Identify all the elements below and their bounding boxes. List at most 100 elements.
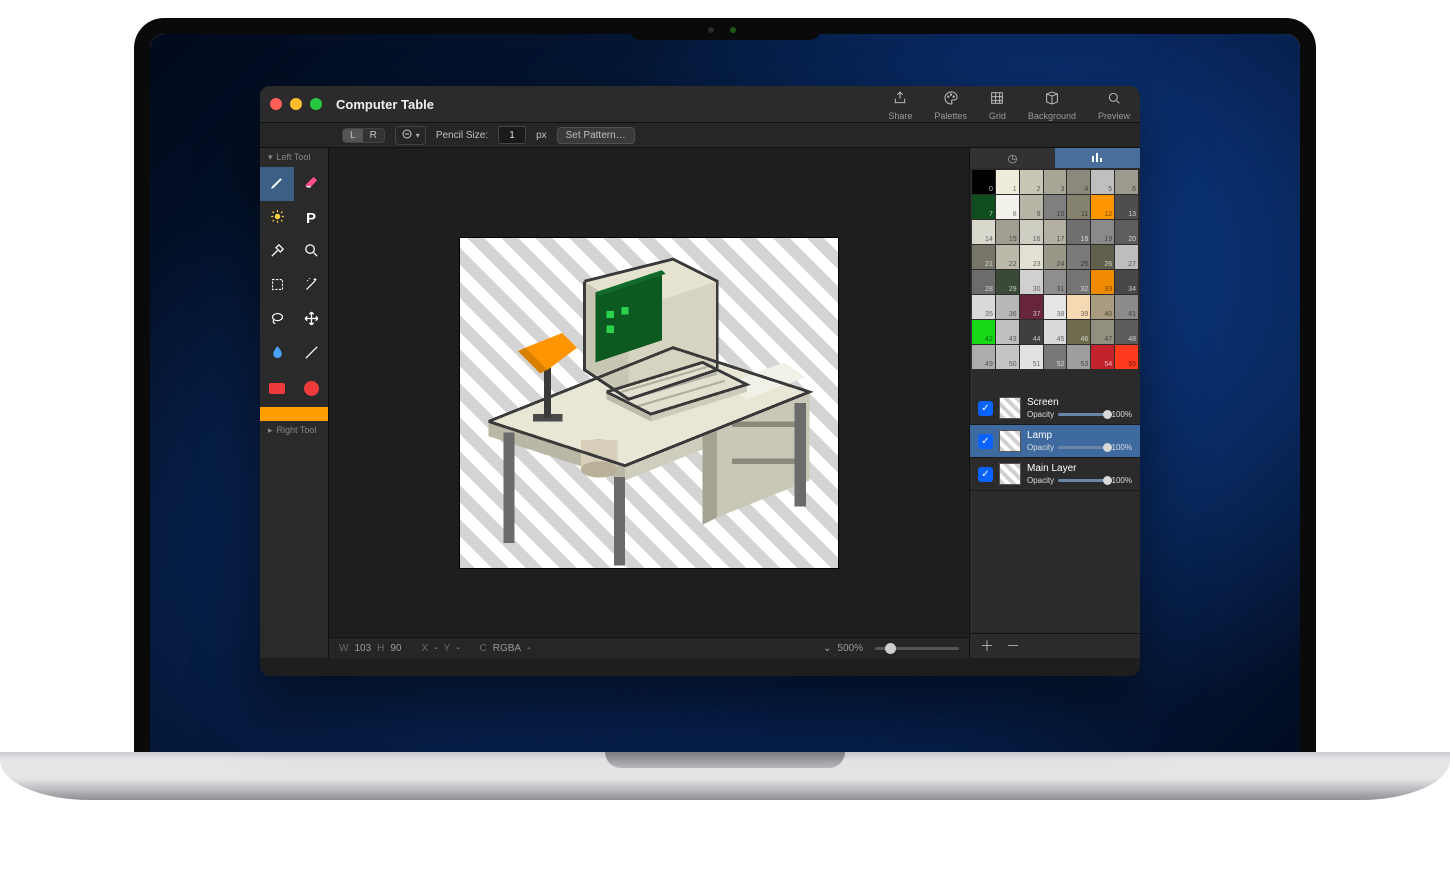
palette-swatch-29[interactable]: 29	[996, 270, 1019, 294]
palette-swatch-48[interactable]: 48	[1115, 320, 1138, 344]
palette-swatch-9[interactable]: 9	[1020, 195, 1043, 219]
background-button[interactable]: Background	[1028, 90, 1076, 121]
palette-swatch-34[interactable]: 34	[1115, 270, 1138, 294]
palette-swatch-27[interactable]: 27	[1115, 245, 1138, 269]
palette-swatch-14[interactable]: 14	[972, 220, 995, 244]
minimize-button[interactable]	[290, 98, 302, 110]
palette-swatch-6[interactable]: 6	[1115, 170, 1138, 194]
primary-color-swatch[interactable]	[260, 407, 328, 421]
zoom-button[interactable]	[310, 98, 322, 110]
palette-swatch-53[interactable]: 53	[1067, 345, 1090, 369]
layer-row[interactable]: ✓ScreenOpacity100%	[970, 392, 1140, 425]
lr-right[interactable]: R	[363, 129, 384, 142]
palette-swatch-26[interactable]: 26	[1091, 245, 1114, 269]
brush-shape-dropdown[interactable]: ▾	[395, 126, 426, 145]
layer-visible-checkbox[interactable]: ✓	[978, 401, 993, 416]
add-layer-button[interactable]: ＋	[980, 636, 994, 656]
palette-swatch-18[interactable]: 18	[1067, 220, 1090, 244]
palette-swatch-37[interactable]: 37	[1020, 295, 1043, 319]
opacity-slider[interactable]	[1058, 479, 1107, 482]
palette-swatch-21[interactable]: 21	[972, 245, 995, 269]
left-tool-header[interactable]: ▾Left Tool	[260, 148, 328, 167]
tool-fill-rect[interactable]	[260, 371, 294, 405]
palette-swatch-46[interactable]: 46	[1067, 320, 1090, 344]
palette-swatch-25[interactable]: 25	[1067, 245, 1090, 269]
pencil-size-input[interactable]	[498, 126, 526, 144]
palette-swatch-12[interactable]: 12	[1091, 195, 1114, 219]
layer-visible-checkbox[interactable]: ✓	[978, 434, 993, 449]
tool-move[interactable]	[294, 303, 328, 337]
tool-lasso[interactable]	[260, 303, 294, 337]
palette-swatch-54[interactable]: 54	[1091, 345, 1114, 369]
palette-swatch-23[interactable]: 23	[1020, 245, 1043, 269]
zoom-chevron-icon[interactable]: ⌄	[823, 643, 831, 654]
tool-text[interactable]: P	[294, 201, 328, 235]
palette-swatch-1[interactable]: 1	[996, 170, 1019, 194]
opacity-slider[interactable]	[1058, 446, 1107, 449]
palette-swatch-42[interactable]: 42	[972, 320, 995, 344]
grid-button[interactable]: Grid	[989, 90, 1006, 121]
palette-swatch-3[interactable]: 3	[1044, 170, 1067, 194]
palette-swatch-15[interactable]: 15	[996, 220, 1019, 244]
palette-swatch-40[interactable]: 40	[1091, 295, 1114, 319]
tool-highlight[interactable]	[260, 201, 294, 235]
palettes-button[interactable]: Palettes	[934, 90, 967, 121]
palette-swatch-22[interactable]: 22	[996, 245, 1019, 269]
layer-row[interactable]: ✓Main LayerOpacity100%	[970, 458, 1140, 491]
palette-swatch-10[interactable]: 10	[1044, 195, 1067, 219]
palette-swatch-39[interactable]: 39	[1067, 295, 1090, 319]
tool-magic-wand[interactable]	[294, 269, 328, 303]
share-button[interactable]: Share	[888, 90, 912, 121]
palette-swatch-55[interactable]: 55	[1115, 345, 1138, 369]
tool-fill-ellipse[interactable]	[294, 371, 328, 405]
palette-swatch-50[interactable]: 50	[996, 345, 1019, 369]
remove-layer-button[interactable]: －	[1006, 636, 1020, 656]
palette-swatch-2[interactable]: 2	[1020, 170, 1043, 194]
palette-swatch-43[interactable]: 43	[996, 320, 1019, 344]
palette-swatch-35[interactable]: 35	[972, 295, 995, 319]
palette-swatch-19[interactable]: 19	[1091, 220, 1114, 244]
palette-swatch-47[interactable]: 47	[1091, 320, 1114, 344]
palette-swatch-16[interactable]: 16	[1020, 220, 1043, 244]
tool-pencil[interactable]	[260, 167, 294, 201]
palette-swatch-41[interactable]: 41	[1115, 295, 1138, 319]
canvas[interactable]	[459, 237, 839, 569]
layer-visible-checkbox[interactable]: ✓	[978, 467, 993, 482]
palette-swatch-4[interactable]: 4	[1067, 170, 1090, 194]
tool-eraser[interactable]	[294, 167, 328, 201]
tool-rect-select[interactable]	[260, 269, 294, 303]
lr-left[interactable]: L	[343, 129, 363, 142]
close-button[interactable]	[270, 98, 282, 110]
palette-swatch-17[interactable]: 17	[1044, 220, 1067, 244]
palette-swatch-5[interactable]: 5	[1091, 170, 1114, 194]
palette-swatch-20[interactable]: 20	[1115, 220, 1138, 244]
palette-swatch-7[interactable]: 7	[972, 195, 995, 219]
palette-swatch-45[interactable]: 45	[1044, 320, 1067, 344]
tool-blur[interactable]	[260, 337, 294, 371]
palette-swatch-31[interactable]: 31	[1044, 270, 1067, 294]
palette-swatch-49[interactable]: 49	[972, 345, 995, 369]
lr-segmented[interactable]: L R	[342, 128, 385, 143]
zoom-slider[interactable]	[875, 647, 959, 650]
palette-swatch-32[interactable]: 32	[1067, 270, 1090, 294]
layer-row[interactable]: ✓LampOpacity100%	[970, 425, 1140, 458]
palette-swatch-11[interactable]: 11	[1067, 195, 1090, 219]
palette-swatch-44[interactable]: 44	[1020, 320, 1043, 344]
opacity-slider[interactable]	[1058, 413, 1107, 416]
tab-recent[interactable]: ◷	[970, 148, 1055, 168]
tool-zoom[interactable]	[294, 235, 328, 269]
palette-swatch-30[interactable]: 30	[1020, 270, 1043, 294]
palette-swatch-38[interactable]: 38	[1044, 295, 1067, 319]
palette-swatch-13[interactable]: 13	[1115, 195, 1138, 219]
palette-swatch-28[interactable]: 28	[972, 270, 995, 294]
palette-swatch-33[interactable]: 33	[1091, 270, 1114, 294]
palette-swatch-24[interactable]: 24	[1044, 245, 1067, 269]
right-tool-header[interactable]: ▸Right Tool	[260, 421, 328, 440]
tab-stats[interactable]	[1055, 148, 1140, 168]
palette-swatch-36[interactable]: 36	[996, 295, 1019, 319]
tool-eyedropper[interactable]	[260, 235, 294, 269]
tool-line[interactable]	[294, 337, 328, 371]
palette-swatch-51[interactable]: 51	[1020, 345, 1043, 369]
palette-swatch-52[interactable]: 52	[1044, 345, 1067, 369]
preview-button[interactable]: Preview	[1098, 90, 1130, 121]
